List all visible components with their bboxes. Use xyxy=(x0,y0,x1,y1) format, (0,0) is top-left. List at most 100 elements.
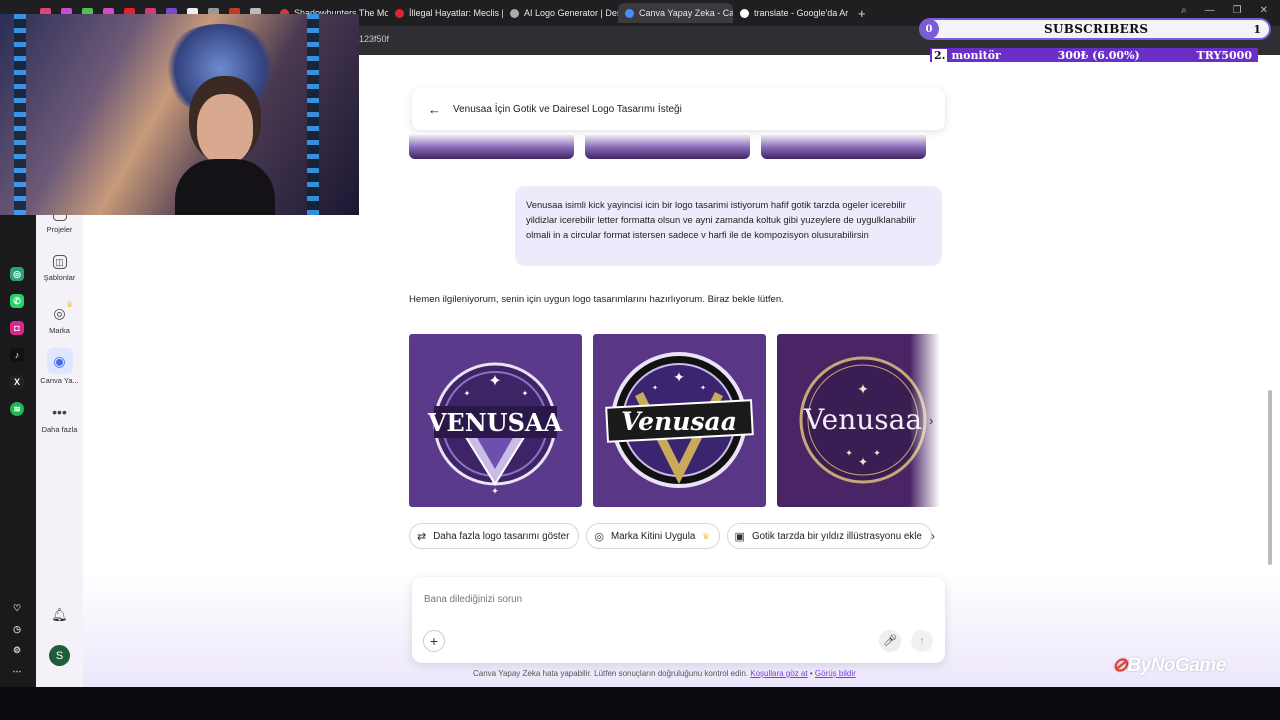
url-text[interactable]: 123f50f xyxy=(359,34,389,44)
sidebar-item-more[interactable]: ••• Daha fazla xyxy=(36,403,83,434)
chips-next-icon[interactable]: › xyxy=(931,529,935,543)
logo-venusaa-gothic-image: VENUSAA ✦ ✦ ✦ ✦ xyxy=(427,362,563,496)
svg-text:✦: ✦ xyxy=(873,448,881,458)
screen: Shadowhunters The Mort İllegal Hayatlar:… xyxy=(0,0,1280,720)
sidebar-item-label: Marka xyxy=(49,326,70,335)
x-icon[interactable]: X xyxy=(10,375,24,389)
tab-label: AI Logo Generator | Desig xyxy=(524,8,618,18)
ticker-rank: 2. xyxy=(932,48,948,62)
browser-tab[interactable]: İllegal Hayatlar: Meclis | Fi xyxy=(388,3,503,23)
minimize-icon[interactable]: — xyxy=(1205,5,1215,16)
add-attachment-button[interactable]: + xyxy=(423,630,445,652)
templates-icon: ◫ xyxy=(52,255,67,269)
webcam-led-strip xyxy=(14,14,26,215)
avatar[interactable]: S xyxy=(49,645,70,666)
maximize-icon[interactable]: ❐ xyxy=(1233,5,1242,16)
whatsapp-icon[interactable]: ✆ xyxy=(10,294,24,308)
tab-label: translate - Google'da Ara xyxy=(754,8,848,18)
suggestion-chips: ⇄ Daha fazla logo tasarımı göster ◎ Mark… xyxy=(409,523,940,550)
ticker-amount: 300₺ (6.00%) xyxy=(1057,48,1140,62)
feedback-link[interactable]: Görüş bildir xyxy=(815,669,856,678)
shuffle-icon: ⇄ xyxy=(417,530,427,543)
prompt-input[interactable]: Bana dilediğinizi sorun xyxy=(424,594,522,605)
previous-results-thumbnails xyxy=(409,133,926,159)
chat-title: Venusaa İçin Gotik ve Dairesel Logo Tasa… xyxy=(453,103,682,115)
browser-tabs: Shadowhunters The Mort İllegal Hayatlar:… xyxy=(273,3,866,23)
crown-icon: ♛ xyxy=(702,531,710,541)
logo-text: Venusaa xyxy=(803,403,922,436)
instagram-icon[interactable]: ◘ xyxy=(10,321,24,335)
logo-result-card[interactable]: VENUSAA ✦ ✦ ✦ ✦ xyxy=(409,334,582,507)
sidebar-item-brand[interactable]: ♛ ◎ Marka xyxy=(36,300,83,335)
browser-tab-active[interactable]: Canva Yapay Zeka - Canva xyxy=(618,3,733,23)
webcam-person xyxy=(175,84,275,215)
previous-thumbnail[interactable] xyxy=(761,133,926,159)
tab-favicon-icon xyxy=(625,8,634,18)
ai-disclaimer: Canva Yapay Zeka hata yapabilir. Lütfen … xyxy=(473,669,856,678)
search-tabs-icon[interactable]: ⌕ xyxy=(1181,5,1187,16)
prompt-composer: Bana dilediğinizi sorun + 🎤︎ ↑ xyxy=(412,577,945,663)
logo-venusaa-circle-image: Venusaa ✦ ✦ ✦ xyxy=(605,352,754,488)
microphone-icon[interactable]: 🎤︎ xyxy=(879,630,901,652)
previous-thumbnail[interactable] xyxy=(409,133,574,159)
ai-response-text: Hemen ilgileniyorum, senin için uygun lo… xyxy=(409,294,784,305)
canva-ai-icon: ◉ xyxy=(46,348,73,374)
tiktok-icon[interactable]: ♪ xyxy=(10,348,24,362)
sidebar-item-label: Daha fazla xyxy=(41,425,78,434)
logo-results-carousel: VENUSAA ✦ ✦ ✦ ✦ Venusaa ✦ ✦ ✦ Venusaa ✦ … xyxy=(409,334,940,507)
user-message-bubble: Venusaa isimli kick yayincisi icin bir l… xyxy=(515,186,942,266)
subscriber-start-count: 0 xyxy=(919,19,939,39)
svg-text:✦: ✦ xyxy=(652,384,658,392)
chip-label: Daha fazla logo tasarımı göster xyxy=(433,530,570,542)
image-icon: ▣ xyxy=(734,530,745,543)
scrollbar-thumb[interactable] xyxy=(1268,390,1272,565)
logo-result-card[interactable]: Venusaa ✦ ✦ ✦ xyxy=(593,334,766,507)
send-arrow-icon[interactable]: ↑ xyxy=(911,630,933,652)
spotify-icon[interactable]: ≋ xyxy=(10,402,24,416)
close-icon[interactable]: ✕ xyxy=(1260,5,1268,16)
history-icon[interactable]: ◷ xyxy=(10,622,24,636)
heart-icon[interactable]: ♡ xyxy=(10,601,24,615)
streamer-webcam xyxy=(0,14,359,215)
ticker-goal: TRY5000 xyxy=(1196,48,1252,62)
logo-text: VENUSAA xyxy=(427,408,563,437)
bynogame-watermark: ⊘ByNoGame xyxy=(1112,654,1226,677)
browser-tab[interactable]: translate - Google'da Ara xyxy=(733,3,848,23)
more-icon[interactable]: ⋯ xyxy=(10,664,24,678)
terms-link[interactable]: Koşullara göz at xyxy=(750,669,807,678)
svg-text:✦: ✦ xyxy=(488,373,501,390)
settings-gear-icon[interactable]: ⚙ xyxy=(10,643,24,657)
webcam-head xyxy=(197,94,253,164)
brand-kit-icon: ◎ xyxy=(594,530,604,543)
svg-text:✦: ✦ xyxy=(845,448,853,458)
back-arrow-icon[interactable]: ← xyxy=(428,102,441,117)
tab-label: İllegal Hayatlar: Meclis | Fi xyxy=(409,8,503,18)
chip-label: Gotik tarzda bir yıldız illüstrasyonu ek… xyxy=(751,530,922,542)
notifications-bell-icon[interactable]: 🔔︎ xyxy=(36,607,83,623)
svg-text:✦: ✦ xyxy=(857,381,869,397)
sidebar-item-templates[interactable]: ◫ Şablonlar xyxy=(36,255,83,282)
bottom-black-bar xyxy=(0,687,1280,720)
browser-tab[interactable]: AI Logo Generator | Desig xyxy=(503,3,618,23)
suggestion-chip-brand-kit[interactable]: ◎ Marka Kitini Uygula ♛ xyxy=(586,523,720,549)
tab-label: Canva Yapay Zeka - Canva xyxy=(639,8,733,18)
new-tab-button[interactable]: + xyxy=(858,6,866,21)
svg-text:✦: ✦ xyxy=(700,384,706,392)
svg-text:✦: ✦ xyxy=(858,455,868,469)
disclaimer-separator: • xyxy=(809,669,813,678)
sidebar-item-label: Canva Ya... xyxy=(40,376,79,385)
suggestion-chip-more-designs[interactable]: ⇄ Daha fazla logo tasarımı göster xyxy=(409,523,580,549)
sidebar-item-label: Şablonlar xyxy=(43,273,76,282)
window-controls: ⌕ — ❐ ✕ xyxy=(1181,5,1268,16)
sidebar-item-canva-ai[interactable]: ◉ Canva Ya... xyxy=(36,348,83,385)
disclaimer-text: Canva Yapay Zeka hata yapabilir. Lütfen … xyxy=(473,669,748,678)
svg-text:✦: ✦ xyxy=(673,369,685,385)
previous-thumbnail[interactable] xyxy=(585,133,750,159)
chatgpt-icon[interactable]: ◎ xyxy=(10,267,24,281)
subscriber-label: SUBSCRIBERS xyxy=(1044,22,1149,36)
watermark-text: ByNoGame xyxy=(1127,655,1226,676)
more-icon: ••• xyxy=(52,404,67,420)
suggestion-chip-star-illustration[interactable]: ▣ Gotik tarzda bir yıldız illüstrasyonu … xyxy=(726,523,932,549)
carousel-next-icon[interactable]: › xyxy=(929,413,933,428)
tab-favicon-icon xyxy=(395,8,404,18)
